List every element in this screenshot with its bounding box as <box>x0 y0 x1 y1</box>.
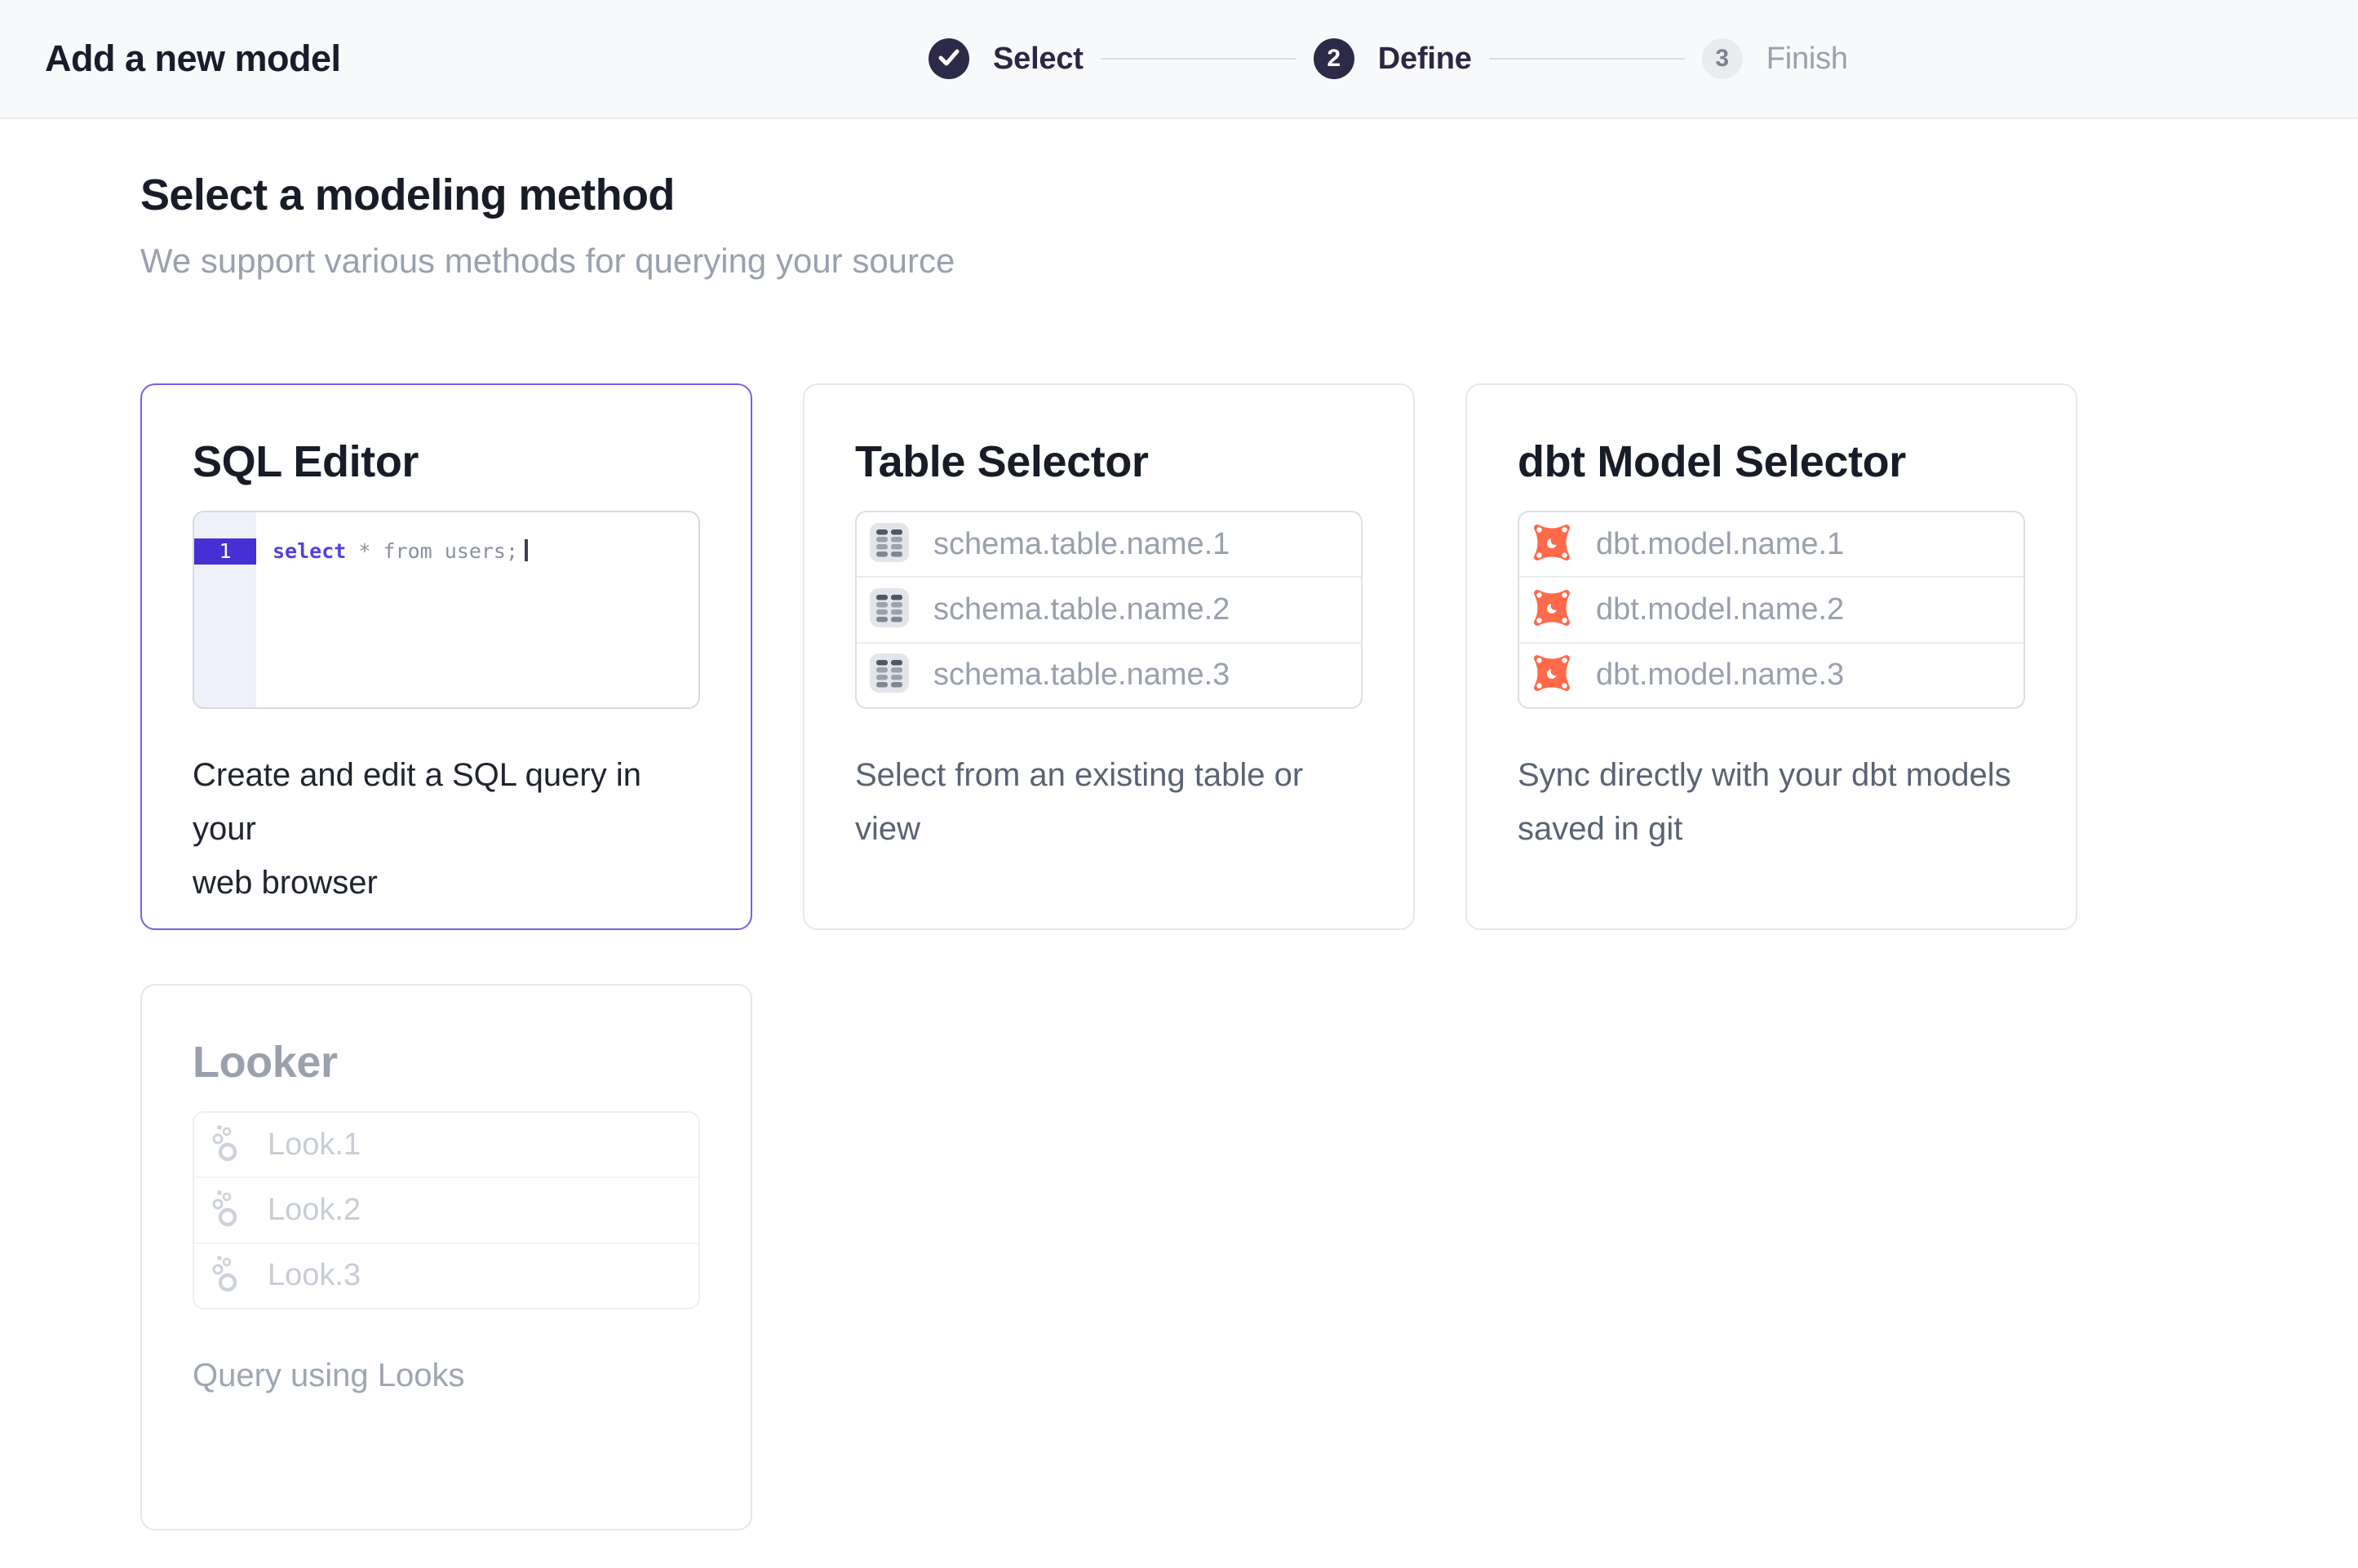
sql-line-number: 1 <box>194 538 256 565</box>
card-table-selector-title: Table Selector <box>855 436 1363 488</box>
table-list-preview: schema.table.name.1 schema.table.name.2 <box>855 511 1363 709</box>
table-icon <box>870 653 909 697</box>
list-item-label: dbt.model.name.3 <box>1596 658 1844 693</box>
list-item: schema.table.name.2 <box>857 576 1361 641</box>
card-table-selector-description: Select from an existing table or view <box>855 748 1363 856</box>
step-define-circle: 2 <box>1314 38 1354 79</box>
list-item: Look.3 <box>194 1242 698 1308</box>
dbt-logo-icon <box>1532 653 1571 697</box>
section-subheading: We support various methods for querying … <box>140 241 2358 281</box>
looker-logo-icon <box>207 1189 243 1232</box>
stepper-connector <box>1101 58 1296 60</box>
card-looker-description: Query using Looks <box>193 1349 700 1402</box>
section-heading: Select a modeling method <box>140 170 2358 220</box>
step-finish-circle: 3 <box>1702 38 1743 79</box>
card-table-selector[interactable]: Table Selector schema.table.name.1 <box>803 383 1415 930</box>
list-item-label: schema.table.name.3 <box>933 658 1230 693</box>
top-bar: Add a new model Select 2 Define 3 <box>0 0 2358 119</box>
list-item: Look.1 <box>194 1113 698 1176</box>
stepper-step-define[interactable]: 2 Define <box>1314 38 1472 79</box>
card-dbt-model-selector[interactable]: dbt Model Selector dbt.model.name.1 <box>1465 383 2077 930</box>
step-finish-number: 3 <box>1715 45 1729 73</box>
list-item: schema.table.name.1 <box>857 512 1361 576</box>
list-item-label: schema.table.name.1 <box>933 527 1230 562</box>
text-cursor <box>525 539 528 561</box>
dbt-logo-icon <box>1532 523 1571 566</box>
dbt-list-preview: dbt.model.name.1 dbt.model.name.2 <box>1518 511 2025 709</box>
card-dbt-model-selector-title: dbt Model Selector <box>1518 436 2025 488</box>
step-select-label: Select <box>993 42 1084 77</box>
sql-code-rest: * from users; <box>346 539 518 563</box>
card-looker[interactable]: Looker Look.1 <box>140 984 752 1530</box>
list-item-label: Look.2 <box>268 1193 361 1228</box>
sql-keyword: select <box>273 539 346 563</box>
list-item: dbt.model.name.2 <box>1519 576 2023 641</box>
step-define-label: Define <box>1378 42 1472 77</box>
list-item-label: dbt.model.name.1 <box>1596 527 1844 562</box>
stepper-step-select[interactable]: Select <box>929 38 1084 79</box>
list-item: dbt.model.name.1 <box>1519 512 2023 576</box>
step-select-circle <box>929 38 969 79</box>
check-icon <box>929 37 969 82</box>
main-content: Select a modeling method We support vari… <box>0 119 2358 1530</box>
step-finish-label: Finish <box>1766 42 1848 77</box>
table-icon <box>870 588 909 631</box>
looker-logo-icon <box>207 1123 243 1167</box>
stepper: Select 2 Define 3 Finish <box>929 0 1848 117</box>
list-item: dbt.model.name.3 <box>1519 642 2023 707</box>
sql-code-line: select * from users; <box>256 512 698 707</box>
sql-editor-preview: 1 select * from users; <box>193 511 700 709</box>
list-item-label: Look.3 <box>268 1258 361 1293</box>
card-sql-editor[interactable]: SQL Editor 1 select * from users; Create… <box>140 383 752 930</box>
card-looker-title: Looker <box>193 1036 700 1088</box>
list-item-label: dbt.model.name.2 <box>1596 592 1844 627</box>
page-title: Add a new model <box>45 38 341 80</box>
stepper-connector <box>1489 58 1685 60</box>
sql-editor-gutter: 1 <box>194 512 256 707</box>
looker-list-preview: Look.1 Look.2 <box>193 1111 700 1309</box>
table-icon <box>870 523 909 566</box>
card-sql-editor-title: SQL Editor <box>193 436 700 488</box>
dbt-logo-icon <box>1532 588 1571 631</box>
card-dbt-model-selector-description: Sync directly with your dbt models saved… <box>1518 748 2025 856</box>
looker-logo-icon <box>207 1254 243 1297</box>
card-sql-editor-description: Create and edit a SQL query in your web … <box>193 748 700 910</box>
step-define-number: 2 <box>1327 45 1341 73</box>
stepper-step-finish[interactable]: 3 Finish <box>1702 38 1848 79</box>
list-item: Look.2 <box>194 1176 698 1242</box>
list-item-label: schema.table.name.2 <box>933 592 1230 627</box>
list-item: schema.table.name.3 <box>857 642 1361 707</box>
list-item-label: Look.1 <box>268 1127 361 1163</box>
modeling-method-cards: SQL Editor 1 select * from users; Create… <box>140 383 2358 1530</box>
